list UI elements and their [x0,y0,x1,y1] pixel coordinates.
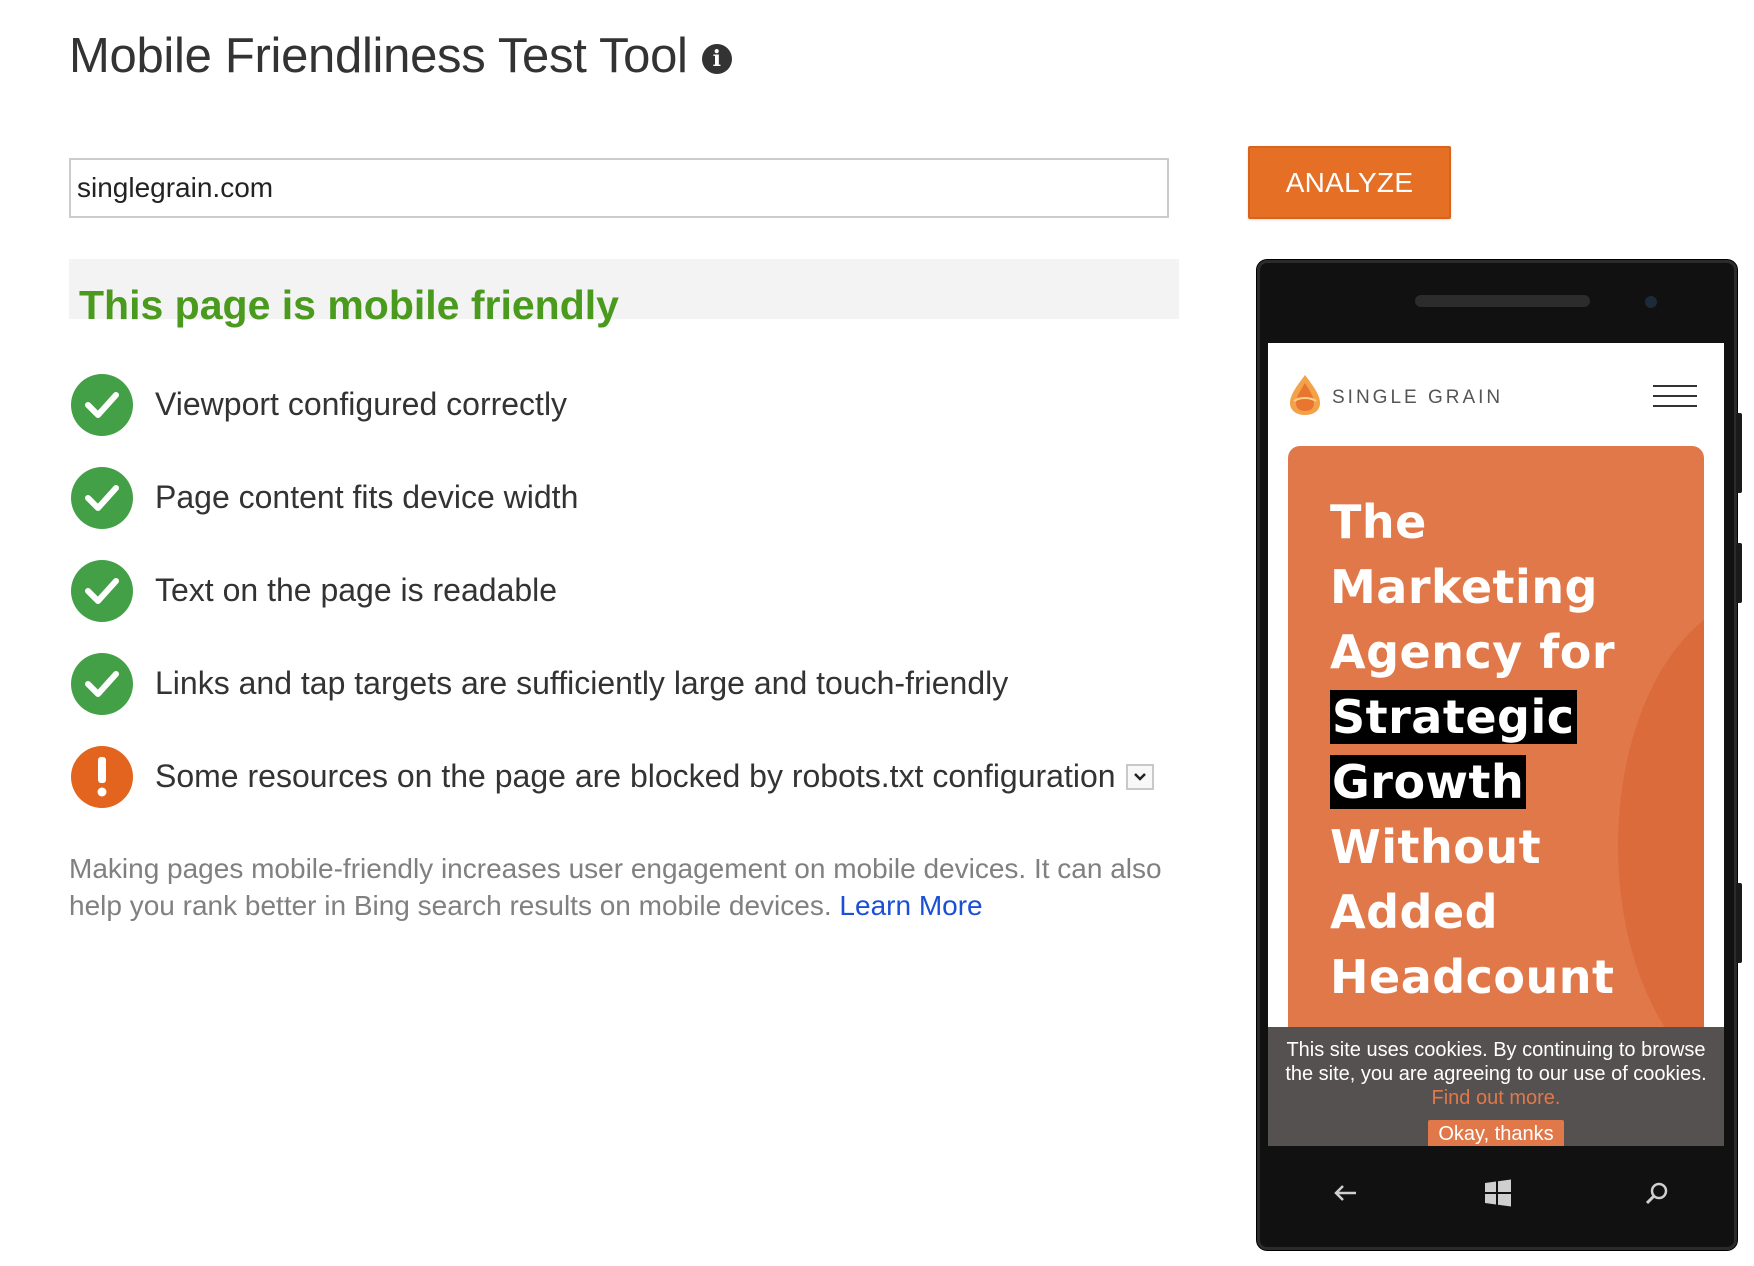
hero-line-highlighted: Growth [1330,755,1527,809]
cookie-find-out-more-link[interactable]: Find out more. [1432,1087,1561,1109]
page-title-text: Mobile Friendliness Test Tool [69,29,688,83]
learn-more-link[interactable]: Learn More [839,890,982,921]
check-item-content-width: Page content fits device width [71,451,1191,544]
site-header: SINGLE GRAIN [1268,343,1724,443]
phone-preview: SINGLE GRAIN The Marketing Agency for St… [1257,260,1742,1250]
hero-line-highlighted: Strategic [1330,690,1577,744]
footnote-text: Making pages mobile-friendly increases u… [69,853,1162,921]
check-label: Some resources on the page are blocked b… [155,758,1116,794]
phone-side-button [1736,883,1742,963]
check-item-viewport: Viewport configured correctly [71,358,1191,451]
hamburger-menu-icon[interactable] [1653,385,1697,409]
check-label: Links and tap targets are sufficiently l… [155,665,1009,701]
search-icon[interactable] [1637,1173,1677,1213]
windows-logo-icon[interactable] [1478,1173,1518,1213]
check-icon [71,652,133,715]
single-grain-logo-icon [1290,375,1320,415]
check-label: Page content fits device width [155,479,579,515]
result-heading: This page is mobile friendly [79,282,619,328]
info-icon[interactable]: i [701,44,732,74]
page-title: Mobile Friendliness Test Tool i [69,28,732,84]
check-icon [71,373,133,436]
phone-screen: SINGLE GRAIN The Marketing Agency for St… [1268,343,1724,1146]
phone-side-button [1736,543,1742,603]
hero-line: Marketing [1330,560,1598,614]
check-item-readable-text: Text on the page is readable [71,544,1191,637]
hero-banner: The Marketing Agency for Strategic Growt… [1288,446,1704,1066]
phone-speaker [1415,295,1590,307]
check-label: Text on the page is readable [155,572,558,608]
chevron-down-icon[interactable] [1125,763,1154,790]
analyze-button[interactable]: ANALYZE [1248,146,1451,219]
phone-nav-bar [1260,1153,1734,1243]
check-list: Viewport configured correctly Page conte… [71,358,1191,823]
hero-line: Agency for [1330,625,1616,679]
camera-icon [1645,296,1657,308]
cookie-accept-button[interactable]: Okay, thanks [1428,1120,1564,1146]
hero-line: Added [1330,885,1499,939]
url-input[interactable] [69,158,1169,218]
hero-title: The Marketing Agency for Strategic Growt… [1330,490,1690,1010]
phone-side-button [1736,413,1742,493]
hero-line: The [1330,495,1427,549]
footnote: Making pages mobile-friendly increases u… [69,850,1189,924]
cookie-text: This site uses cookies. By continuing to… [1285,1039,1707,1085]
hero-line: Headcount [1330,950,1615,1004]
check-item-robots-blocked: Some resources on the page are blocked b… [71,730,1191,823]
back-arrow-icon[interactable] [1325,1173,1365,1213]
site-brand: SINGLE GRAIN [1332,387,1504,408]
hero-line: Without [1330,820,1542,874]
check-label: Viewport configured correctly [155,386,568,422]
cookie-banner: This site uses cookies. By continuing to… [1268,1027,1724,1146]
check-item-tap-targets: Links and tap targets are sufficiently l… [71,637,1191,730]
exclamation-icon [71,745,133,808]
check-icon [71,466,133,529]
check-icon [71,559,133,622]
